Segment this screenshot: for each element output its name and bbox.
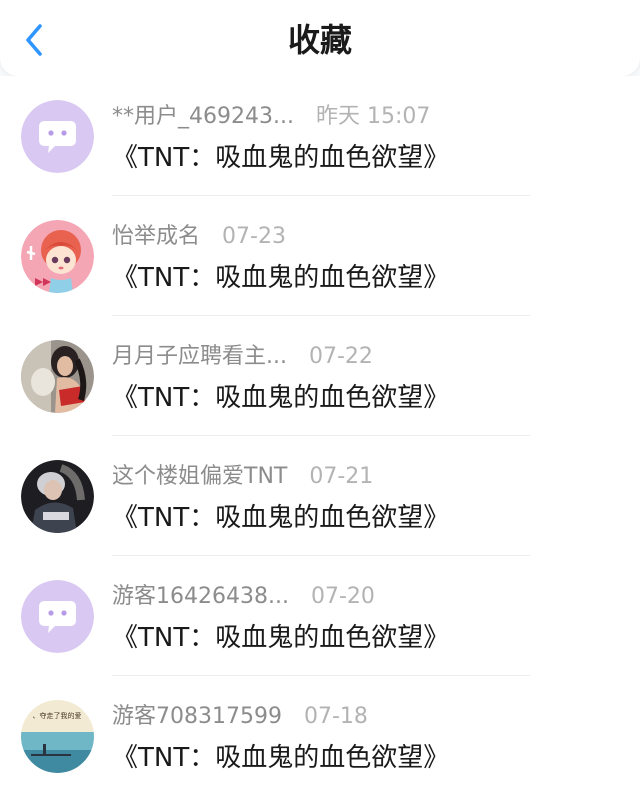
item-meta: 游客708317599 07-18 [112,702,368,732]
avatar[interactable]: 、夺走了我的爱 [21,700,94,773]
list-item[interactable]: 月月子应聘看主... 07-22 《TNT：吸血鬼的血色欲望》 [0,316,640,436]
page-title: 收藏 [287,21,352,59]
username[interactable]: 游客16426438... [112,582,289,612]
item-meta: **用户_469243... 昨天 15:07 [112,102,430,132]
username[interactable]: 怡举成名 [112,222,200,252]
item-meta: 游客16426438... 07-20 [112,582,375,612]
username[interactable]: 游客708317599 [112,702,282,732]
item-meta: 这个楼姐偏爱TNT 07-21 [112,462,373,492]
timestamp: 昨天 15:07 [315,104,431,129]
work-title[interactable]: 《TNT：吸血鬼的血色欲望》 [112,380,449,416]
default-chat-avatar-icon [21,100,94,173]
work-title[interactable]: 《TNT：吸血鬼的血色欲望》 [112,500,449,536]
list-item[interactable]: **用户_469243... 昨天 15:07 《TNT：吸血鬼的血色欲望》 [0,76,640,196]
seaside-avatar-icon: 、夺走了我的爱 [21,700,94,773]
avatar[interactable] [21,340,94,413]
item-meta: 怡举成名 07-23 [112,222,286,252]
timestamp: 07-20 [310,584,375,609]
username[interactable]: 这个楼姐偏爱TNT [112,462,287,492]
cartoon-girl-avatar-icon [21,220,94,293]
username[interactable]: **用户_469243... [112,102,294,132]
list-item[interactable]: 怡举成名 07-23 《TNT：吸血鬼的血色欲望》 [0,196,640,316]
photo-dark-avatar-icon [21,460,94,533]
timestamp: 07-21 [309,464,374,489]
item-meta: 月月子应聘看主... 07-22 [112,342,373,372]
username[interactable]: 月月子应聘看主... [112,342,287,372]
work-title[interactable]: 《TNT：吸血鬼的血色欲望》 [112,620,449,656]
photo-woman-avatar-icon [21,340,94,413]
avatar[interactable] [21,580,94,653]
work-title[interactable]: 《TNT：吸血鬼的血色欲望》 [112,740,449,776]
top-bar: 收藏 [0,0,640,76]
favorites-list: **用户_469243... 昨天 15:07 《TNT：吸血鬼的血色欲望》 怡举… [0,76,640,796]
avatar[interactable] [21,220,94,293]
timestamp: 07-23 [222,224,286,249]
default-chat-avatar-icon [21,580,94,653]
avatar-caption: 、夺走了我的爱 [33,711,82,720]
list-item[interactable]: 这个楼姐偏爱TNT 07-21 《TNT：吸血鬼的血色欲望》 [0,436,640,556]
work-title[interactable]: 《TNT：吸血鬼的血色欲望》 [112,260,449,296]
avatar[interactable] [21,460,94,533]
timestamp: 07-22 [308,344,373,369]
timestamp: 07-18 [303,704,368,729]
list-item[interactable]: 游客16426438... 07-20 《TNT：吸血鬼的血色欲望》 [0,556,640,676]
work-title[interactable]: 《TNT：吸血鬼的血色欲望》 [112,140,449,176]
avatar[interactable] [21,100,94,173]
list-item[interactable]: 、夺走了我的爱 游客708317599 07-18 《TNT：吸血鬼的血色欲望》 [0,676,640,796]
